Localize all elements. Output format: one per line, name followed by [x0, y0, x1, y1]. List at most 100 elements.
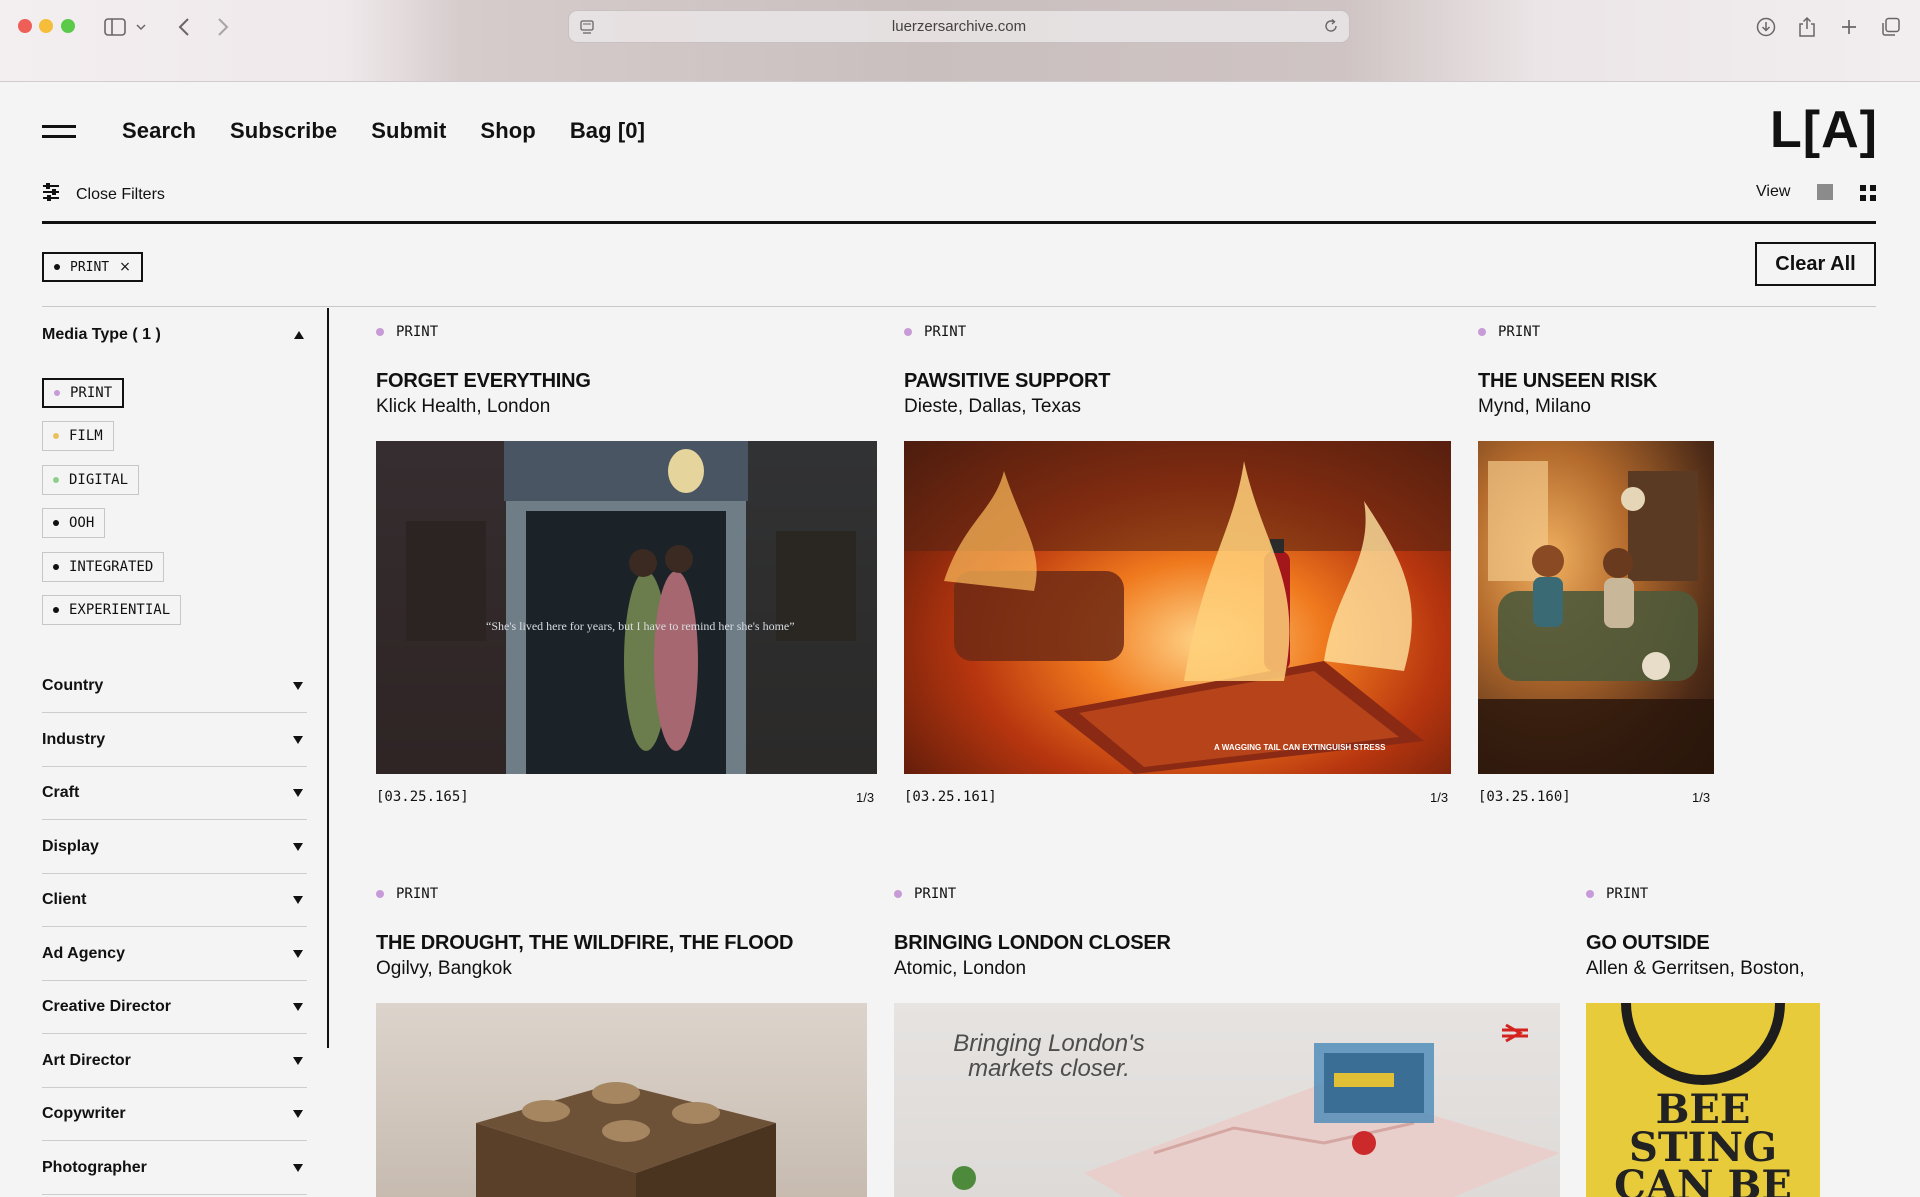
browser-toolbar: luerzersarchive.com	[0, 0, 1920, 82]
nav-subscribe[interactable]: Subscribe	[230, 118, 337, 144]
filter-client[interactable]: Client	[42, 874, 307, 927]
card-title[interactable]: GO OUTSIDE	[1586, 932, 1710, 955]
card-media-tag: PRINT	[376, 324, 438, 340]
card-agency[interactable]: Mynd, Milano	[1478, 396, 1591, 418]
grid-view-icon[interactable]	[1860, 185, 1877, 202]
experiential-dot-icon	[53, 607, 59, 613]
filter-industry[interactable]: Industry	[42, 714, 307, 767]
menu-icon[interactable]	[42, 124, 76, 140]
media-type-filter-header[interactable]: Media Type ( 1 )	[42, 326, 304, 344]
site-settings-icon[interactable]	[579, 19, 595, 40]
card-image[interactable]: BEE STING CAN BE PAINFUL	[1586, 1003, 1820, 1197]
new-tab-icon[interactable]	[1836, 14, 1862, 40]
card-image[interactable]: “She's lived here for years, but I have …	[376, 441, 877, 774]
sliders-icon	[42, 183, 60, 206]
media-chip-label: EXPERIENTIAL	[69, 602, 171, 618]
active-filter-chip-print[interactable]: PRINT ×	[42, 252, 143, 282]
nav-submit[interactable]: Submit	[371, 118, 446, 144]
maximize-window-button[interactable]	[61, 19, 75, 33]
ad-artwork-living-room	[1478, 461, 1714, 774]
filter-ad-agency[interactable]: Ad Agency	[42, 928, 307, 981]
filter-art-director[interactable]: Art Director	[42, 1035, 307, 1088]
media-chip-experiential[interactable]: EXPERIENTIAL	[42, 595, 182, 625]
card-title[interactable]: THE UNSEEN RISK	[1478, 370, 1657, 393]
single-view-icon[interactable]	[1817, 184, 1833, 200]
card-image[interactable]	[1478, 441, 1714, 774]
card-image[interactable]	[376, 1003, 867, 1197]
main-nav: Search Subscribe Submit Shop Bag [0]	[122, 118, 645, 144]
minimize-window-button[interactable]	[39, 19, 53, 33]
close-filters-button[interactable]: Close Filters	[42, 183, 165, 206]
reload-icon[interactable]	[1323, 18, 1339, 39]
media-type-label: Media Type ( 1 )	[42, 326, 161, 343]
forward-arrow-icon[interactable]	[210, 14, 236, 40]
media-chip-label: FILM	[69, 428, 103, 444]
ooh-dot-icon	[53, 520, 59, 526]
integrated-dot-icon	[53, 564, 59, 570]
chevron-down-icon[interactable]	[133, 14, 149, 40]
filter-country[interactable]: Country	[42, 660, 307, 713]
sidebar-divider	[327, 308, 329, 1048]
media-chip-label: OOH	[69, 515, 95, 531]
ad-artwork-house-door	[376, 441, 877, 774]
print-dot-icon	[376, 328, 384, 336]
remove-filter-icon[interactable]: ×	[119, 259, 131, 275]
site-logo[interactable]: L[A]	[1770, 100, 1878, 160]
card-id: [03.25.165]	[376, 789, 469, 805]
clear-all-button[interactable]: Clear All	[1755, 242, 1876, 286]
nav-shop[interactable]: Shop	[480, 118, 535, 144]
filter-copywriter[interactable]: Copywriter	[42, 1088, 307, 1141]
card-title[interactable]: PAWSITIVE SUPPORT	[904, 370, 1110, 393]
filter-label: Art Director	[42, 1052, 131, 1069]
filter-craft[interactable]: Craft	[42, 767, 307, 820]
address-bar[interactable]: luerzersarchive.com	[568, 10, 1350, 43]
media-chip-label: INTEGRATED	[69, 559, 154, 575]
card-agency[interactable]: Atomic, London	[894, 958, 1026, 980]
card-tag-label: PRINT	[914, 886, 957, 902]
print-dot-icon	[1478, 328, 1486, 336]
card-title[interactable]: BRINGING LONDON CLOSER	[894, 932, 1171, 955]
print-dot-icon	[894, 890, 902, 898]
card-media-tag: PRINT	[904, 324, 966, 340]
filter-label: Ad Agency	[42, 945, 125, 962]
filter-label: Photographer	[42, 1159, 147, 1176]
filter-photographer[interactable]: Photographer	[42, 1142, 307, 1195]
filter-creative-director[interactable]: Creative Director	[42, 981, 307, 1034]
card-agency[interactable]: Klick Health, London	[376, 396, 550, 418]
back-arrow-icon[interactable]	[171, 14, 197, 40]
card-agency[interactable]: Dieste, Dallas, Texas	[904, 396, 1081, 418]
media-chip-film[interactable]: FILM	[42, 421, 114, 451]
print-dot-icon	[904, 328, 912, 336]
card-title[interactable]: FORGET EVERYTHING	[376, 370, 591, 393]
card-agency[interactable]: Ogilvy, Bangkok	[376, 958, 512, 980]
media-chip-integrated[interactable]: INTEGRATED	[42, 552, 165, 582]
film-dot-icon	[53, 433, 59, 439]
card-title[interactable]: THE DROUGHT, THE WILDFIRE, THE FLOOD	[376, 932, 793, 955]
print-dot-icon	[376, 890, 384, 898]
ad-headline: BEE STING CAN BE PAINFUL	[1614, 1086, 1792, 1197]
media-chip-ooh[interactable]: OOH	[42, 508, 106, 538]
card-tag-label: PRINT	[1498, 324, 1541, 340]
card-tag-label: PRINT	[396, 324, 439, 340]
filter-display[interactable]: Display	[42, 821, 307, 874]
card-media-tag: PRINT	[894, 886, 956, 902]
view-label: View	[1756, 183, 1791, 200]
media-chip-digital[interactable]: DIGITAL	[42, 465, 140, 495]
download-icon[interactable]	[1753, 14, 1779, 40]
ad-artwork-wood-brick	[476, 1082, 776, 1197]
ad-headline: “She's lived here for years, but I have …	[486, 619, 795, 633]
nav-bag[interactable]: Bag [0]	[570, 118, 645, 144]
share-icon[interactable]	[1794, 14, 1820, 40]
close-window-button[interactable]	[18, 19, 32, 33]
nav-search[interactable]: Search	[122, 118, 196, 144]
media-chip-print[interactable]: PRINT	[42, 378, 125, 408]
card-image[interactable]: A WAGGING TAIL CAN EXTINGUISH STRESS	[904, 441, 1451, 774]
card-image[interactable]: Bringing London's markets closer.	[894, 1003, 1560, 1197]
expand-arrow-icon	[293, 1057, 303, 1065]
sidebar-toggle-icon[interactable]	[102, 14, 128, 40]
card-agency[interactable]: Allen & Gerritsen, Boston,	[1586, 958, 1818, 980]
expand-arrow-icon	[293, 1110, 303, 1118]
close-filters-label: Close Filters	[76, 185, 165, 203]
tab-overview-icon[interactable]	[1878, 14, 1904, 40]
card-id: [03.25.161]	[904, 789, 997, 805]
